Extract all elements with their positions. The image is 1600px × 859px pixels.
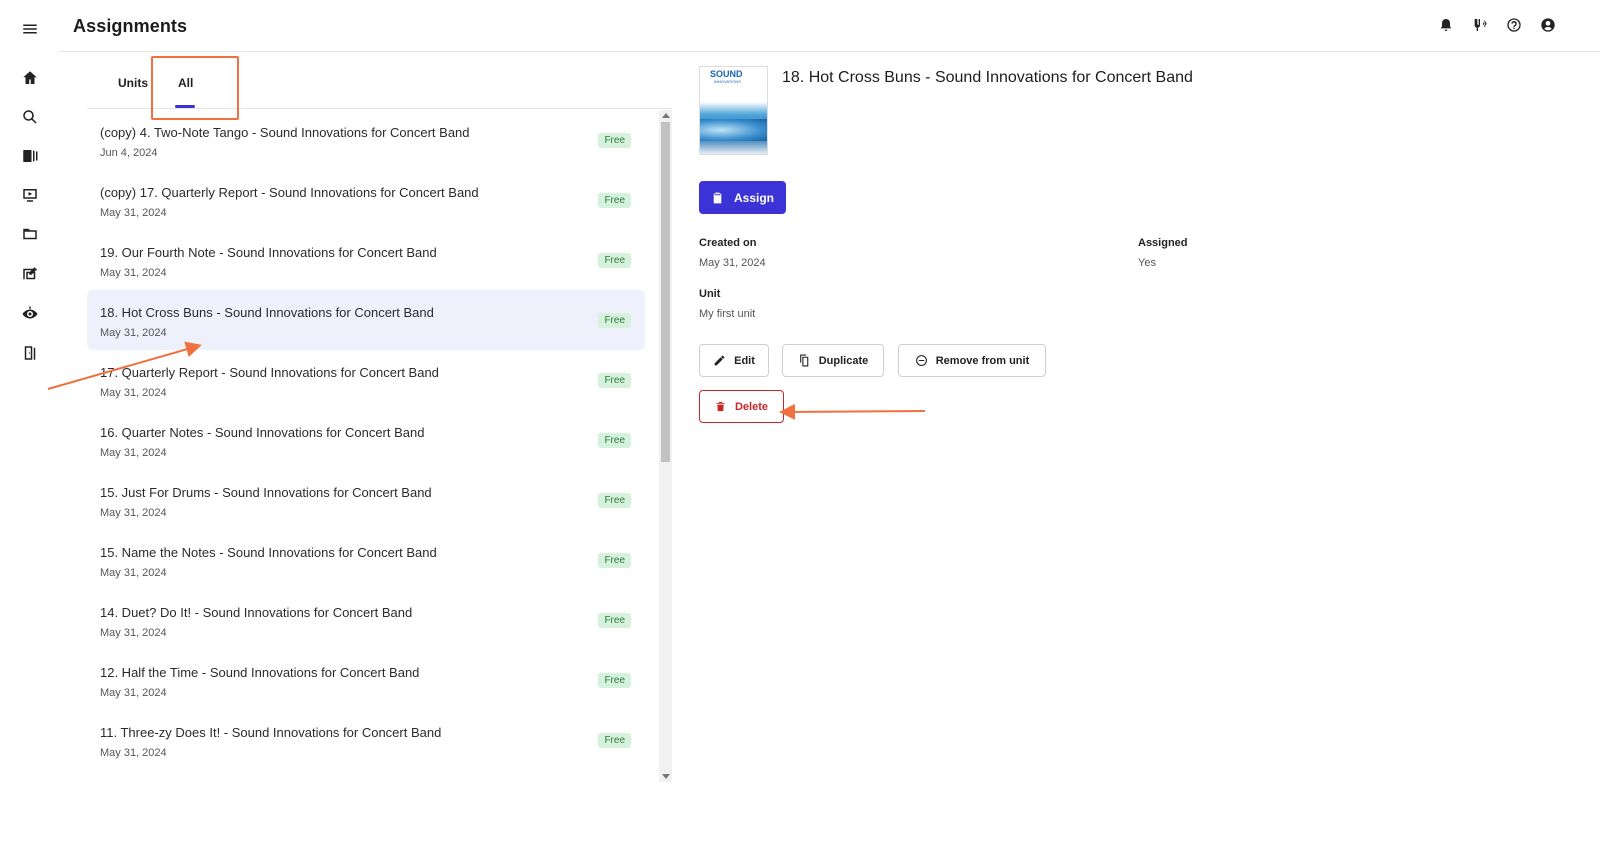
edit-button[interactable]: Edit (699, 344, 769, 377)
list-item-date: Jun 4, 2024 (100, 147, 158, 159)
list-item-title: 15. Name the Notes - Sound Innovations f… (100, 545, 437, 560)
edit-button-label: Edit (734, 354, 755, 367)
list-item-date: May 31, 2024 (100, 447, 167, 459)
list-item[interactable]: 19. Our Fourth Note - Sound Innovations … (87, 230, 645, 290)
list-item-date: May 31, 2024 (100, 567, 167, 579)
list-item-title: 19. Our Fourth Note - Sound Innovations … (100, 245, 437, 260)
left-rail (0, 0, 60, 859)
free-badge: Free (598, 613, 631, 628)
annotation-highlight-box (151, 56, 239, 120)
list-item-title: 11. Three-zy Does It! - Sound Innovation… (100, 725, 442, 740)
search-icon[interactable] (16, 103, 44, 131)
tuner-icon[interactable] (1470, 15, 1490, 35)
copy-icon (799, 354, 809, 367)
trash-icon (716, 401, 725, 412)
list-item-date: May 31, 2024 (100, 687, 167, 699)
list-item-title: 18. Hot Cross Buns - Sound Innovations f… (100, 305, 434, 320)
tab-units[interactable]: Units (118, 76, 148, 90)
page-title: Assignments (73, 16, 188, 36)
list-item-title: (copy) 4. Two-Note Tango - Sound Innovat… (100, 125, 470, 140)
list-item[interactable]: 11. Three-zy Does It! - Sound Innovation… (87, 710, 645, 770)
free-badge: Free (598, 253, 631, 268)
remove-from-unit-button[interactable]: Remove from unit (898, 344, 1046, 377)
delete-button-label: Delete (734, 400, 769, 413)
pitch-icon[interactable] (16, 300, 44, 328)
video-icon[interactable] (16, 181, 44, 209)
free-badge: Free (598, 133, 631, 148)
list-item-title: 14. Duet? Do It! - Sound Innovations for… (100, 605, 413, 620)
detail-title: 18. Hot Cross Buns - Sound Innovations f… (782, 69, 1193, 86)
folder-icon[interactable] (16, 220, 44, 248)
free-badge: Free (598, 493, 631, 508)
list-item[interactable]: (copy) 17. Quarterly Report - Sound Inno… (87, 170, 645, 230)
list-item-date: May 31, 2024 (100, 387, 167, 399)
list-item-title: (copy) 17. Quarterly Report - Sound Inno… (100, 185, 479, 200)
exit-icon[interactable] (16, 339, 44, 367)
menu-icon[interactable] (16, 15, 44, 43)
list-item-date: May 31, 2024 (100, 747, 167, 759)
free-badge: Free (598, 733, 631, 748)
list-item-title: 15. Just For Drums - Sound Innovations f… (100, 485, 432, 500)
list-item[interactable]: 16. Quarter Notes - Sound Innovations fo… (87, 410, 645, 470)
assign-button[interactable]: Assign (699, 181, 786, 214)
list-item[interactable]: 14. Duet? Do It! - Sound Innovations for… (87, 590, 645, 650)
list-item-title: 17. Quarterly Report - Sound Innovations… (100, 365, 439, 380)
assigned-label: Assigned (1138, 237, 1188, 249)
assigned-value: Yes (1138, 257, 1156, 269)
scroll-down-arrow[interactable] (662, 774, 670, 779)
list-item-title: 16. Quarter Notes - Sound Innovations fo… (100, 425, 425, 440)
home-icon[interactable] (16, 64, 44, 92)
pencil-icon (714, 355, 725, 366)
created-on-label: Created on (699, 237, 757, 249)
help-icon[interactable] (1504, 15, 1524, 35)
unit-label: Unit (699, 288, 721, 300)
bell-icon[interactable] (1436, 15, 1456, 35)
list-item[interactable]: 12. Half the Time - Sound Innovations fo… (87, 650, 645, 710)
list-item[interactable]: 17. Quarterly Report - Sound Innovations… (87, 350, 645, 410)
scroll-thumb[interactable] (661, 122, 670, 462)
free-badge: Free (598, 313, 631, 328)
list-item-date: May 31, 2024 (100, 627, 167, 639)
book-cover-image: SOUND INNOVATIONS (699, 66, 768, 155)
free-badge: Free (598, 553, 631, 568)
cover-brand: SOUND (710, 69, 743, 79)
list-item-date: May 31, 2024 (100, 327, 167, 339)
account-icon[interactable] (1538, 15, 1558, 35)
list-item[interactable]: 18. Hot Cross Buns - Sound Innovations f… (87, 290, 645, 350)
edit-music-icon[interactable] (16, 260, 44, 288)
assign-button-label: Assign (733, 190, 774, 205)
list-item-date: May 31, 2024 (100, 507, 167, 519)
free-badge: Free (598, 193, 631, 208)
minus-circle-icon (915, 355, 927, 366)
list-item-date: May 31, 2024 (100, 207, 167, 219)
list-scrollbar[interactable] (659, 110, 672, 782)
assignment-list: (copy) 4. Two-Note Tango - Sound Innovat… (87, 110, 645, 782)
clipboard-icon (713, 192, 722, 203)
scroll-up-arrow[interactable] (662, 113, 670, 118)
free-badge: Free (598, 373, 631, 388)
top-icons (1436, 15, 1558, 35)
library-icon[interactable] (16, 142, 44, 170)
list-item-date: May 31, 2024 (100, 267, 167, 279)
cover-subtitle: INNOVATIONS (714, 79, 741, 84)
list-item[interactable]: 15. Just For Drums - Sound Innovations f… (87, 470, 645, 530)
top-bar: Assignments (60, 0, 1600, 52)
duplicate-button-label: Duplicate (818, 354, 869, 367)
unit-value: My first unit (699, 308, 756, 320)
delete-button[interactable]: Delete (699, 390, 784, 423)
annotation-arrow-delete (779, 403, 926, 420)
cover-wave (700, 119, 767, 141)
remove-from-unit-label: Remove from unit (935, 354, 1030, 367)
list-item[interactable]: 15. Name the Notes - Sound Innovations f… (87, 530, 645, 590)
free-badge: Free (598, 433, 631, 448)
duplicate-button[interactable]: Duplicate (782, 344, 884, 377)
free-badge: Free (598, 673, 631, 688)
list-item-title: 12. Half the Time - Sound Innovations fo… (100, 665, 420, 680)
created-on-value: May 31, 2024 (699, 257, 766, 269)
